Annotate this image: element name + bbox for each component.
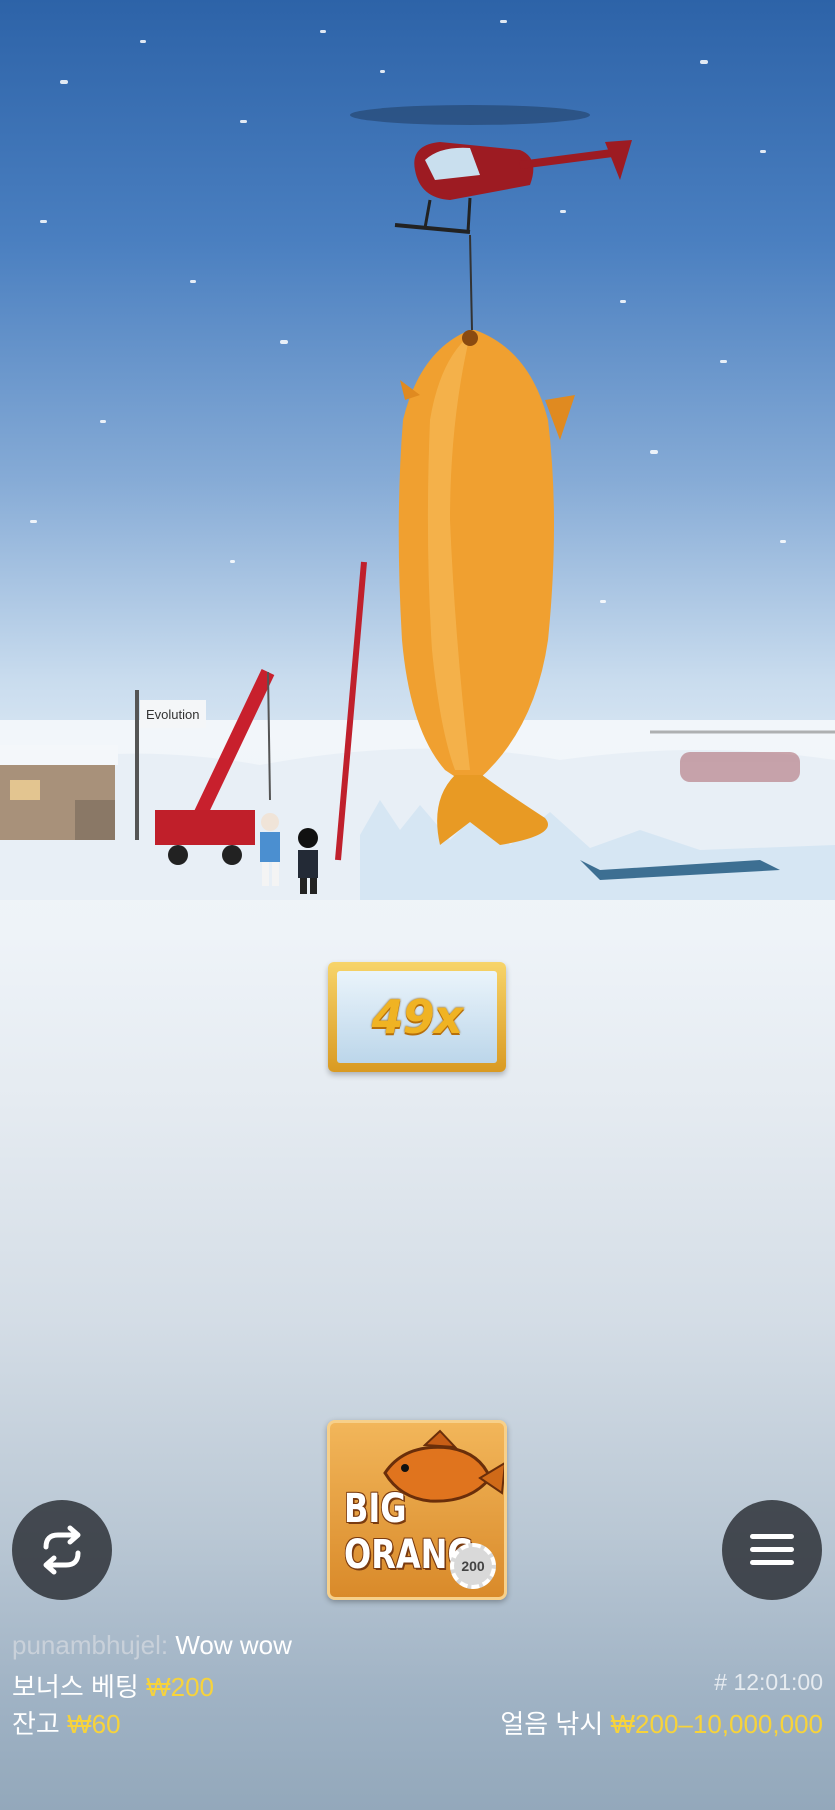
- chat-username: punambhujel:: [12, 1630, 169, 1660]
- snowflake: [280, 340, 288, 344]
- snowflake: [140, 40, 146, 43]
- snowflake: [620, 300, 626, 303]
- snowflake: [380, 70, 385, 73]
- snowflake: [100, 420, 106, 423]
- snowflake: [500, 20, 507, 23]
- chat-text: Wow wow: [175, 1630, 292, 1660]
- snowflake: [30, 520, 37, 523]
- snowflake: [780, 540, 786, 543]
- snowflake: [240, 120, 247, 123]
- game-scene: Evolution 49x BIG ORANG 200 punambhujel:…: [0, 0, 835, 1810]
- snowflake: [720, 360, 727, 363]
- bonus-bet-value: ₩200: [146, 1672, 214, 1702]
- hut: [0, 745, 118, 840]
- snowflake: [190, 280, 196, 283]
- balance: 잔고 ₩60: [12, 1704, 121, 1741]
- multiplier-value: 49x: [371, 990, 464, 1044]
- chat-message: punambhujel: Wow wow: [12, 1630, 292, 1661]
- snowflake: [700, 60, 708, 64]
- snowflake: [760, 150, 766, 153]
- snowflake: [40, 220, 47, 223]
- game-name: 얼음 낚시: [500, 1709, 604, 1739]
- bonus-bet-label: 보너스 베팅: [12, 1672, 139, 1702]
- repeat-button[interactable]: [12, 1500, 112, 1600]
- repeat-icon: [43, 1525, 81, 1575]
- bet-limits: ₩200–10,000,000: [610, 1709, 823, 1739]
- bet-chip: 200: [450, 1543, 496, 1589]
- snowflake: [600, 600, 606, 603]
- scene-illustration: Evolution: [0, 105, 835, 900]
- logo-text-line1: BIG: [344, 1486, 407, 1532]
- balance-value: ₩60: [67, 1709, 121, 1739]
- menu-button[interactable]: [722, 1500, 822, 1600]
- helicopter: [350, 105, 632, 234]
- snowflake: [60, 80, 68, 84]
- menu-icon: [750, 1534, 794, 1565]
- bonus-bet: 보너스 베팅 ₩200: [12, 1667, 214, 1704]
- round-id: # 12:01:00: [714, 1669, 823, 1695]
- snowflake: [230, 560, 235, 563]
- table-limits: 얼음 낚시 ₩200–10,000,000: [500, 1704, 823, 1741]
- snowflake: [320, 30, 326, 33]
- big-orange-logo: BIG ORANG 200: [327, 1420, 507, 1600]
- flag-text: Evolution: [146, 707, 199, 722]
- chip-value: 200: [461, 1558, 485, 1574]
- multiplier-tile: 49x: [328, 962, 506, 1072]
- snowflake: [560, 210, 566, 213]
- multiplier-inner: 49x: [337, 971, 497, 1063]
- helicopter-cable: [469, 234, 473, 331]
- snowflake: [650, 450, 658, 454]
- balance-label: 잔고: [12, 1709, 60, 1739]
